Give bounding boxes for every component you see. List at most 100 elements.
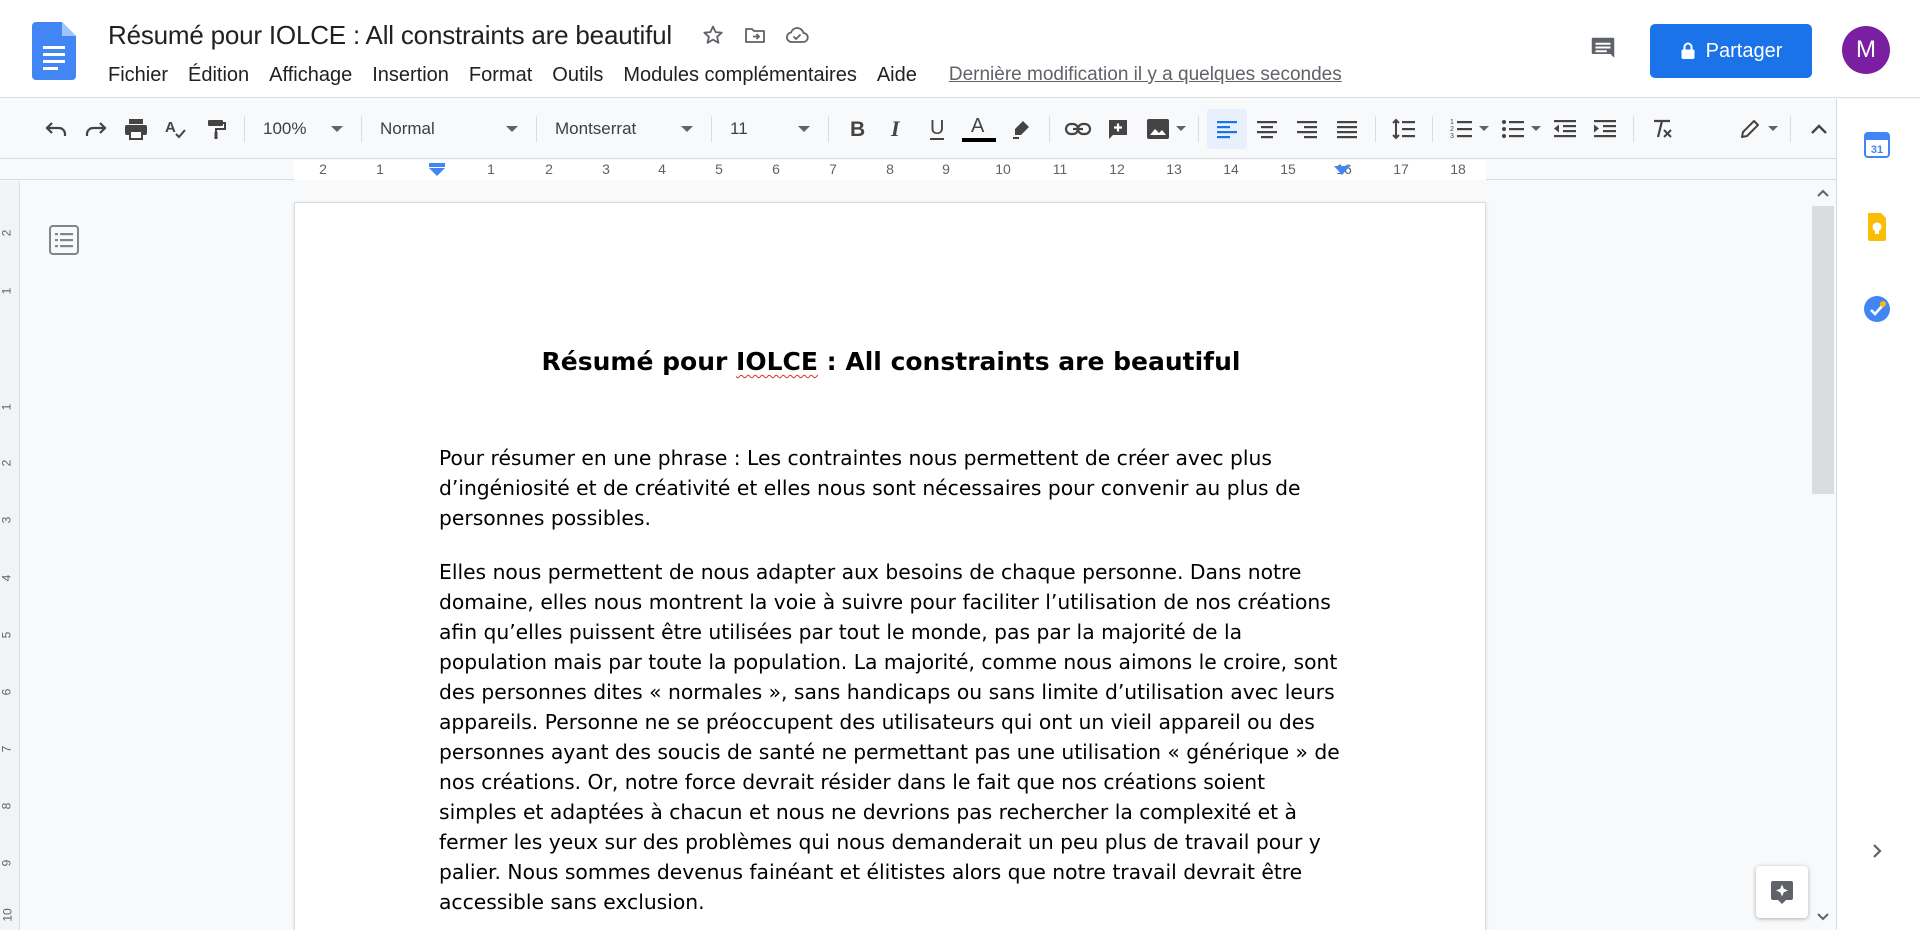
ruler-number: 13 xyxy=(1166,161,1182,177)
calendar-day: 31 xyxy=(1871,144,1883,156)
collapse-menus-icon[interactable] xyxy=(1799,109,1839,149)
keep-icon[interactable] xyxy=(1860,210,1894,244)
heading-text: : All constraints are beautiful xyxy=(817,347,1241,376)
ruler-number: 18 xyxy=(1450,161,1466,177)
align-right-icon[interactable] xyxy=(1287,109,1327,149)
move-to-folder-icon[interactable] xyxy=(738,18,772,52)
numbered-list-icon[interactable]: 123 xyxy=(1441,109,1481,149)
align-justify-icon[interactable] xyxy=(1327,109,1367,149)
star-icon[interactable] xyxy=(696,18,730,52)
style-value: Normal xyxy=(380,118,435,138)
undo-icon[interactable] xyxy=(36,109,76,149)
menu-outils[interactable]: Outils xyxy=(542,62,613,89)
scroll-down-icon[interactable] xyxy=(1814,908,1832,926)
docs-logo-icon[interactable] xyxy=(32,22,76,80)
ruler-number: 1 xyxy=(487,161,495,177)
toolbar-separator xyxy=(1375,115,1376,142)
misspelled-word[interactable]: IOLCE xyxy=(736,347,818,376)
heading-text: Résumé pour xyxy=(541,347,737,376)
menu-modules[interactable]: Modules complémentaires xyxy=(613,62,866,89)
ruler-number: 15 xyxy=(1280,161,1296,177)
ruler-number: 9 xyxy=(942,161,950,177)
ruler-number: 10 xyxy=(0,908,15,922)
add-comment-icon[interactable] xyxy=(1098,109,1138,149)
bold-icon[interactable]: B xyxy=(837,109,877,149)
ruler-number: 1 xyxy=(376,161,384,177)
ruler-number: 9 xyxy=(0,859,14,867)
svg-text:A: A xyxy=(165,119,176,136)
decrease-indent-icon[interactable] xyxy=(1545,109,1585,149)
ruler-number: 17 xyxy=(1393,161,1409,177)
document-paragraph[interactable]: Pour résumer en une phrase : Les contrai… xyxy=(439,443,1349,533)
svg-text:U: U xyxy=(930,117,944,139)
document-title[interactable]: Résumé pour IOLCE : All constraints are … xyxy=(108,20,672,51)
ruler-number: 11 xyxy=(1052,161,1068,177)
right-indent-marker[interactable] xyxy=(1334,164,1350,176)
svg-text:B: B xyxy=(850,118,865,141)
comments-icon[interactable] xyxy=(1586,32,1620,66)
chevron-down-icon[interactable] xyxy=(1768,126,1778,131)
highlight-icon[interactable] xyxy=(1001,109,1041,149)
document-page[interactable]: Résumé pour IOLCE : All constraints are … xyxy=(294,202,1486,930)
ruler-number: 6 xyxy=(0,688,14,696)
align-left-icon[interactable] xyxy=(1207,108,1247,149)
link-icon[interactable] xyxy=(1058,109,1098,149)
menu-aide[interactable]: Aide xyxy=(867,62,927,89)
tasks-icon[interactable] xyxy=(1860,292,1894,326)
italic-icon[interactable]: I xyxy=(877,109,917,149)
clear-formatting-icon[interactable] xyxy=(1642,109,1682,149)
spellcheck-icon[interactable]: A xyxy=(156,109,196,149)
toolbar-separator xyxy=(1790,115,1791,142)
ruler-number: 3 xyxy=(602,161,610,177)
scrollbar-thumb[interactable] xyxy=(1812,206,1834,494)
insert-image-icon[interactable] xyxy=(1138,109,1178,149)
increase-indent-icon[interactable] xyxy=(1585,109,1625,149)
font-select[interactable]: Montserrat xyxy=(545,109,703,149)
menu-edition[interactable]: Édition xyxy=(178,62,259,89)
style-select[interactable]: Normal xyxy=(370,109,528,149)
ruler-number: 4 xyxy=(0,574,14,582)
ruler-number: 10 xyxy=(995,161,1011,177)
text-color-icon[interactable]: A xyxy=(957,109,1001,149)
share-button[interactable]: Partager xyxy=(1650,24,1812,78)
chevron-down-icon[interactable] xyxy=(1531,126,1541,131)
redo-icon[interactable] xyxy=(76,109,116,149)
menu-affichage[interactable]: Affichage xyxy=(259,62,362,89)
menu-insertion[interactable]: Insertion xyxy=(362,62,459,89)
document-paragraph[interactable]: Elles nous permettent de nous adapter au… xyxy=(439,557,1349,917)
underline-icon[interactable]: U xyxy=(917,109,957,149)
chevron-right-icon[interactable] xyxy=(1864,838,1890,864)
toolbar-separator xyxy=(244,115,245,142)
chevron-down-icon xyxy=(506,125,518,132)
ruler-number: 6 xyxy=(772,161,780,177)
zoom-value: 100% xyxy=(263,118,307,138)
menu-fichier[interactable]: Fichier xyxy=(98,62,178,89)
calendar-icon[interactable]: 31 xyxy=(1860,128,1894,162)
document-outline-icon[interactable] xyxy=(48,224,80,256)
chevron-down-icon[interactable] xyxy=(1176,126,1186,131)
cloud-saved-icon[interactable] xyxy=(780,18,814,52)
align-center-icon[interactable] xyxy=(1247,109,1287,149)
line-spacing-icon[interactable] xyxy=(1384,109,1424,149)
explore-icon[interactable] xyxy=(1756,866,1808,918)
svg-text:1: 1 xyxy=(1450,119,1454,126)
document-heading[interactable]: Résumé pour IOLCE : All constraints are … xyxy=(295,347,1485,376)
title-row: Résumé pour IOLCE : All constraints are … xyxy=(108,18,814,52)
ruler-number: 2 xyxy=(0,229,14,237)
zoom-select[interactable]: 100% xyxy=(253,109,353,149)
font-size-select[interactable]: 11 xyxy=(720,109,820,149)
chevron-down-icon[interactable] xyxy=(1479,126,1489,131)
editing-mode-pencil-icon[interactable] xyxy=(1730,109,1770,149)
last-edit-link[interactable]: Dernière modification il y a quelques se… xyxy=(949,64,1342,86)
scroll-up-icon[interactable] xyxy=(1814,184,1832,202)
paint-format-icon[interactable] xyxy=(196,109,236,149)
avatar[interactable]: M xyxy=(1842,26,1890,74)
bulleted-list-icon[interactable] xyxy=(1493,109,1533,149)
menu-format[interactable]: Format xyxy=(459,62,542,89)
print-icon[interactable] xyxy=(116,109,156,149)
lock-icon xyxy=(1680,42,1696,60)
left-indent-marker[interactable] xyxy=(428,163,446,177)
font-value: Montserrat xyxy=(555,118,637,138)
ruler-number: 2 xyxy=(0,459,14,467)
ruler-number: 3 xyxy=(0,516,14,524)
